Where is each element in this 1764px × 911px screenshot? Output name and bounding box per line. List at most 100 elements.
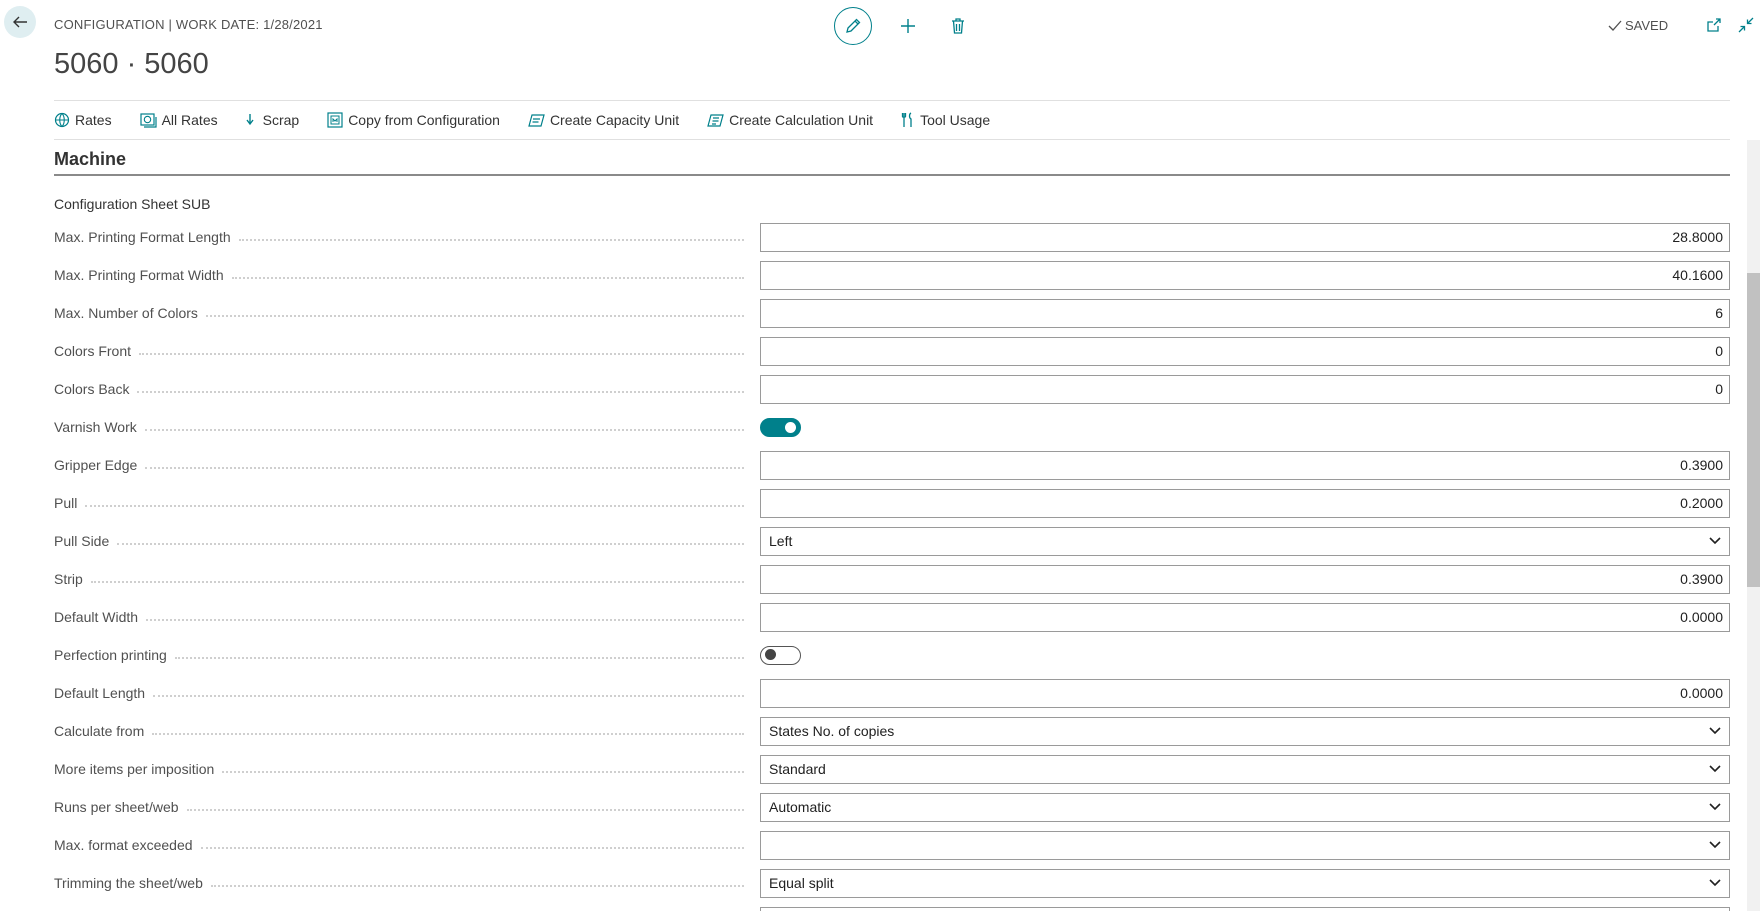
copy-from-configuration-label: Copy from Configuration: [348, 112, 500, 128]
field-label: Default Width: [54, 609, 139, 625]
chevron-down-icon: [1709, 841, 1721, 849]
pull-input[interactable]: 0.2000: [760, 488, 1730, 518]
select-value: Automatic: [769, 799, 832, 815]
globe-icon: [54, 112, 70, 128]
field-label: Max. Number of Colors: [54, 305, 198, 321]
machine-form: Max. Printing Format Length 28.8000 Max.…: [54, 218, 1730, 911]
capacity-unit-icon: [528, 114, 545, 127]
colors-front-input[interactable]: 0: [760, 336, 1730, 366]
gripper-edge-input[interactable]: 0.3900: [760, 450, 1730, 480]
more-items-per-imposition-select[interactable]: Standard: [760, 754, 1730, 784]
section-title: Machine: [54, 149, 127, 169]
partial-input[interactable]: [760, 906, 1730, 911]
open-new-window-button[interactable]: [1703, 14, 1725, 36]
varnish-work-toggle[interactable]: [760, 417, 801, 437]
field-label: Perfection printing: [54, 647, 167, 663]
record-actions: [834, 7, 972, 45]
field-row: Strip 0.3900: [54, 560, 1730, 598]
select-value: Equal split: [769, 875, 834, 891]
chevron-down-icon: [1709, 727, 1721, 735]
field-row: More items per imposition Standard: [54, 750, 1730, 788]
save-status-label: SAVED: [1625, 18, 1669, 33]
trimming-sheet-web-select[interactable]: Equal split: [760, 868, 1730, 898]
copy-config-icon: [327, 112, 343, 128]
field-row-partial: [54, 902, 1730, 911]
new-button[interactable]: [894, 12, 922, 40]
select-value: Left: [769, 533, 793, 549]
field-row: Default Length 0.0000: [54, 674, 1730, 712]
default-length-input[interactable]: 0.0000: [760, 678, 1730, 708]
open-new-window-icon: [1707, 18, 1721, 32]
create-capacity-unit-label: Create Capacity Unit: [549, 112, 680, 128]
perfection-printing-toggle[interactable]: [760, 645, 801, 665]
scrap-action[interactable]: Scrap: [246, 112, 300, 128]
back-button[interactable]: [4, 6, 36, 38]
chevron-down-icon: [1709, 803, 1721, 811]
copy-from-configuration-action[interactable]: Copy from Configuration: [327, 112, 500, 128]
field-row: Varnish Work: [54, 408, 1730, 446]
back-arrow-icon: [13, 16, 27, 28]
section-divider: [54, 174, 1730, 176]
max-printing-format-width-input[interactable]: 40.1600: [760, 260, 1730, 290]
field-label: Pull Side: [54, 533, 110, 549]
edit-button[interactable]: [834, 7, 872, 45]
calculate-from-select[interactable]: States No. of copies: [760, 716, 1730, 746]
max-printing-format-length-input[interactable]: 28.8000: [760, 222, 1730, 252]
rates-action[interactable]: Rates: [54, 112, 112, 128]
all-rates-icon: [139, 113, 157, 128]
field-label: Max. Printing Format Width: [54, 267, 224, 283]
tool-usage-label: Tool Usage: [920, 112, 991, 128]
scrap-action-label: Scrap: [262, 112, 300, 128]
field-label: Pull: [54, 495, 78, 511]
all-rates-action-label: All Rates: [161, 112, 218, 128]
field-row: Default Width 0.0000: [54, 598, 1730, 636]
field-label: Max. format exceeded: [54, 837, 193, 853]
action-bar: Rates All Rates Scrap Copy from Configur…: [54, 100, 1730, 140]
all-rates-action[interactable]: All Rates: [139, 112, 218, 128]
field-label: Colors Front: [54, 343, 132, 359]
tools-icon: [901, 112, 912, 127]
group-label: Configuration Sheet SUB: [54, 196, 211, 212]
field-label: Default Length: [54, 685, 146, 701]
field-row: Trimming the sheet/web Equal split: [54, 864, 1730, 902]
field-row: Pull 0.2000: [54, 484, 1730, 522]
tool-usage-action[interactable]: Tool Usage: [901, 112, 990, 128]
strip-input[interactable]: 0.3900: [760, 564, 1730, 594]
page-title: 5060 · 5060: [54, 48, 209, 80]
pull-side-select[interactable]: Left: [760, 526, 1730, 556]
create-calculation-unit-action[interactable]: Create Calculation Unit: [707, 112, 873, 128]
toggle-knob: [785, 421, 796, 433]
collapse-button[interactable]: [1735, 14, 1757, 36]
calculation-unit-icon: [707, 114, 724, 127]
field-row: Max. Number of Colors 6: [54, 294, 1730, 332]
field-label: Gripper Edge: [54, 457, 138, 473]
field-label: Strip: [54, 571, 83, 587]
colors-back-input[interactable]: 0: [760, 374, 1730, 404]
runs-per-sheet-web-select[interactable]: Automatic: [760, 792, 1730, 822]
default-width-input[interactable]: 0.0000: [760, 602, 1730, 632]
scrollbar-thumb[interactable]: [1747, 273, 1760, 587]
max-format-exceeded-select[interactable]: [760, 830, 1730, 860]
trash-icon: [952, 18, 964, 34]
toggle-knob: [765, 649, 776, 660]
field-label: Calculate from: [54, 723, 145, 739]
field-row: Pull Side Left: [54, 522, 1730, 560]
field-label: Trimming the sheet/web: [54, 875, 203, 891]
checkmark-icon: [1608, 20, 1622, 31]
plus-icon: [901, 19, 915, 33]
field-row: Max. Printing Format Width 40.1600: [54, 256, 1730, 294]
delete-button[interactable]: [944, 12, 972, 40]
rates-action-label: Rates: [75, 112, 112, 128]
field-label: More items per imposition: [54, 761, 215, 777]
select-value: Standard: [769, 761, 826, 777]
select-value: States No. of copies: [769, 723, 895, 739]
field-row: Gripper Edge 0.3900: [54, 446, 1730, 484]
pencil-icon: [846, 18, 861, 33]
max-number-of-colors-input[interactable]: 6: [760, 298, 1730, 328]
chevron-down-icon: [1709, 879, 1721, 887]
field-label: Max. Printing Format Length: [54, 229, 231, 245]
field-row: Max. Printing Format Length 28.8000: [54, 218, 1730, 256]
create-capacity-unit-action[interactable]: Create Capacity Unit: [528, 112, 679, 128]
field-label: Colors Back: [54, 381, 130, 397]
field-row: Colors Front 0: [54, 332, 1730, 370]
